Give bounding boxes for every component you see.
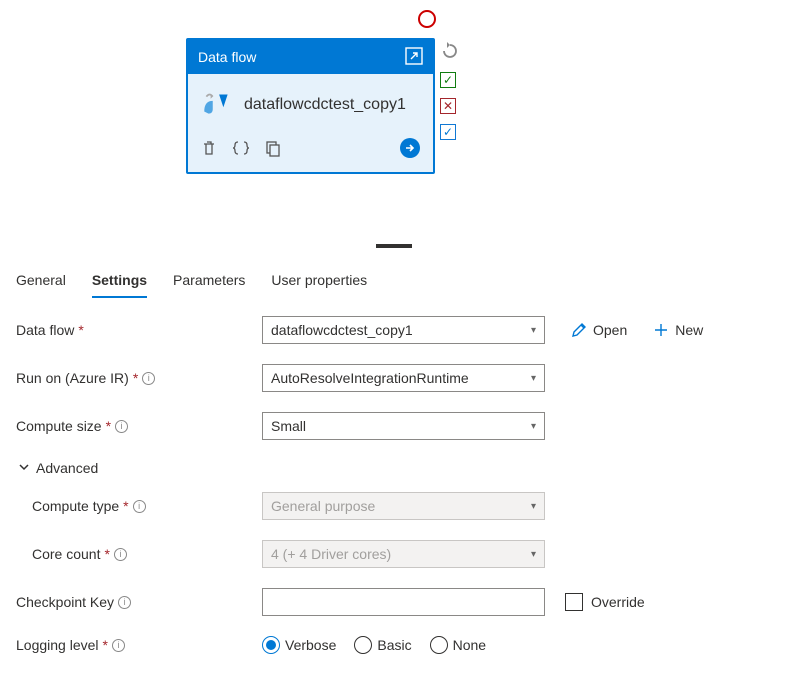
braces-icon[interactable] bbox=[232, 139, 250, 160]
new-button[interactable]: New bbox=[653, 322, 703, 338]
expand-icon[interactable] bbox=[405, 47, 423, 68]
chevron-down-icon: ▾ bbox=[531, 373, 536, 384]
radio-basic[interactable]: Basic bbox=[354, 636, 411, 654]
select-compute-type: General purpose ▾ bbox=[262, 492, 545, 520]
logging-level-radio-group: Verbose Basic None bbox=[262, 636, 486, 654]
label-checkpoint-key: Checkpoint Key bbox=[16, 594, 114, 610]
row-compute-type: Compute type * i General purpose ▾ bbox=[32, 492, 772, 520]
override-checkbox[interactable] bbox=[565, 593, 583, 611]
required-mark: * bbox=[123, 498, 128, 514]
panel-resize-handle[interactable] bbox=[376, 244, 412, 248]
select-compute-size[interactable]: Small ▾ bbox=[262, 412, 545, 440]
open-button[interactable]: Open bbox=[571, 322, 627, 338]
select-data-flow-value: dataflowcdctest_copy1 bbox=[271, 322, 413, 338]
card-toolbar bbox=[188, 131, 433, 172]
info-icon[interactable]: i bbox=[118, 596, 131, 609]
chevron-down-icon: ▾ bbox=[531, 421, 536, 432]
delete-icon[interactable] bbox=[200, 139, 218, 160]
side-status-icons: ✓ ✕ ✓ bbox=[440, 41, 458, 140]
label-compute-type: Compute type bbox=[32, 498, 119, 514]
select-run-on-value: AutoResolveIntegrationRuntime bbox=[271, 370, 469, 386]
row-compute-size: Compute size * i Small ▾ bbox=[16, 412, 772, 440]
info-icon[interactable]: i bbox=[114, 548, 127, 561]
info-icon[interactable]: i bbox=[142, 372, 155, 385]
required-mark: * bbox=[106, 418, 111, 434]
new-label: New bbox=[675, 322, 703, 338]
row-checkpoint-key: Checkpoint Key i Override bbox=[16, 588, 772, 616]
label-run-on: Run on (Azure IR) bbox=[16, 370, 129, 386]
label-data-flow: Data flow bbox=[16, 322, 74, 338]
chevron-down-icon: ▾ bbox=[531, 325, 536, 336]
select-core-count-value: 4 (+ 4 Driver cores) bbox=[271, 546, 391, 562]
required-mark: * bbox=[104, 546, 109, 562]
open-label: Open bbox=[593, 322, 627, 338]
advanced-toggle[interactable]: Advanced bbox=[18, 460, 772, 476]
canvas-area: Data flow dataflowcdctest_copy1 bbox=[0, 0, 788, 240]
card-title: Data flow bbox=[198, 49, 256, 65]
required-mark: * bbox=[78, 322, 83, 338]
select-core-count: 4 (+ 4 Driver cores) ▾ bbox=[262, 540, 545, 568]
copy-icon[interactable] bbox=[264, 139, 282, 160]
properties-tabs: General Settings Parameters User propert… bbox=[0, 264, 788, 298]
dataflow-icon bbox=[200, 86, 234, 123]
checkpoint-key-input[interactable] bbox=[262, 588, 545, 616]
radio-verbose[interactable]: Verbose bbox=[262, 636, 336, 654]
card-header: Data flow bbox=[188, 40, 433, 74]
required-mark: * bbox=[133, 370, 138, 386]
label-core-count: Core count bbox=[32, 546, 100, 562]
tab-settings[interactable]: Settings bbox=[92, 264, 147, 298]
info-icon[interactable]: i bbox=[133, 500, 146, 513]
row-logging-level: Logging level * i Verbose Basic None bbox=[16, 636, 772, 654]
redo-icon[interactable] bbox=[440, 41, 458, 62]
radio-none[interactable]: None bbox=[430, 636, 486, 654]
advanced-label: Advanced bbox=[36, 460, 98, 476]
chevron-down-icon bbox=[18, 460, 30, 476]
dataflow-activity-card[interactable]: Data flow dataflowcdctest_copy1 bbox=[186, 38, 435, 174]
info-check-icon[interactable]: ✓ bbox=[440, 124, 456, 140]
card-activity-name: dataflowcdctest_copy1 bbox=[244, 95, 406, 114]
info-icon[interactable]: i bbox=[112, 639, 125, 652]
tab-user-properties[interactable]: User properties bbox=[271, 264, 367, 298]
settings-form: Data flow * dataflowcdctest_copy1 ▾ Open… bbox=[0, 298, 788, 692]
card-body: dataflowcdctest_copy1 bbox=[188, 74, 433, 131]
select-data-flow[interactable]: dataflowcdctest_copy1 ▾ bbox=[262, 316, 545, 344]
chevron-down-icon: ▾ bbox=[531, 549, 536, 560]
error-icon[interactable]: ✕ bbox=[440, 98, 456, 114]
select-run-on[interactable]: AutoResolveIntegrationRuntime ▾ bbox=[262, 364, 545, 392]
tab-parameters[interactable]: Parameters bbox=[173, 264, 245, 298]
run-arrow-icon[interactable] bbox=[399, 137, 421, 162]
info-icon[interactable]: i bbox=[115, 420, 128, 433]
row-data-flow: Data flow * dataflowcdctest_copy1 ▾ Open… bbox=[16, 316, 772, 344]
override-label: Override bbox=[591, 594, 645, 610]
tab-general[interactable]: General bbox=[16, 264, 66, 298]
select-compute-type-value: General purpose bbox=[271, 498, 375, 514]
success-icon[interactable]: ✓ bbox=[440, 72, 456, 88]
row-core-count: Core count * i 4 (+ 4 Driver cores) ▾ bbox=[32, 540, 772, 568]
select-compute-size-value: Small bbox=[271, 418, 306, 434]
label-compute-size: Compute size bbox=[16, 418, 102, 434]
highlight-circle bbox=[418, 10, 436, 28]
row-run-on: Run on (Azure IR) * i AutoResolveIntegra… bbox=[16, 364, 772, 392]
chevron-down-icon: ▾ bbox=[531, 501, 536, 512]
